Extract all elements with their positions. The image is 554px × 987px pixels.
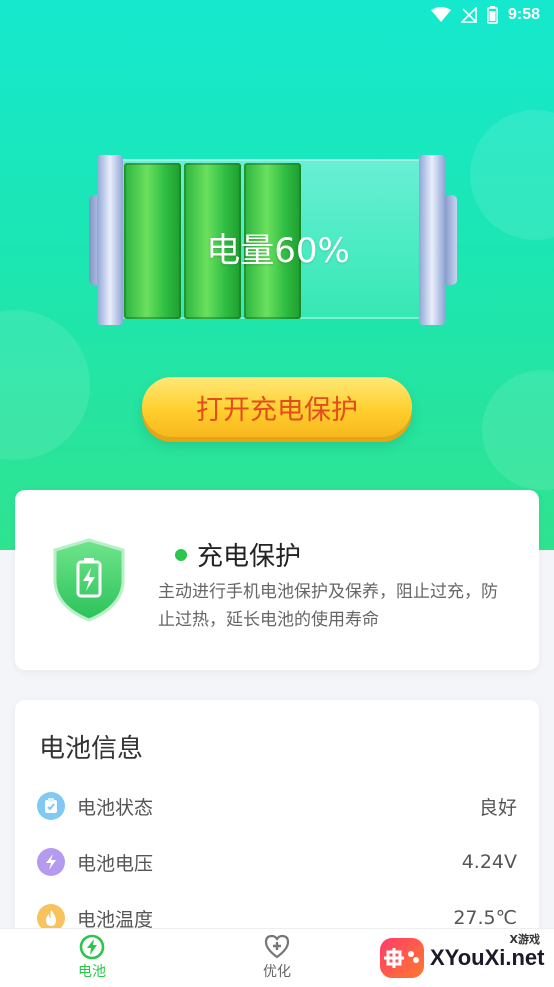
tab-label: 电池 — [78, 964, 106, 980]
tab-battery[interactable]: 电池 — [47, 933, 137, 981]
info-label: 电池状态 — [77, 796, 154, 819]
decor-bubble — [0, 310, 90, 460]
status-bar: 9:58 — [0, 0, 554, 30]
info-row-status: 电池状态 良好 — [37, 790, 517, 822]
info-value: 良好 — [478, 796, 517, 819]
battery-gauge: 电量60% — [89, 155, 463, 327]
decor-bubble — [470, 110, 554, 240]
charge-protection-title: 充电保护 — [175, 536, 301, 573]
watermark-small: X游戏 — [509, 933, 540, 946]
tab-label: 优化 — [263, 964, 291, 980]
battery-bolt-icon — [79, 934, 105, 960]
battery-info-title: 电池信息 — [39, 734, 144, 764]
lightning-icon — [37, 848, 65, 876]
info-value: 4.24V — [461, 851, 517, 873]
info-label: 电池电压 — [77, 852, 154, 875]
status-time: 9:58 — [507, 6, 540, 23]
hero-section: 9:58 电量60% 打开充电保护 — [0, 0, 554, 550]
battery-info-card: 电池信息 电池状态 良好 电池电压 4.24V 电池温度 27.5℃ — [15, 700, 539, 960]
shield-battery-icon — [53, 538, 125, 622]
wifi-icon — [430, 7, 451, 22]
charge-protection-description: 主动进行手机电池保护及保养，阻止过充，防止过热，延长电池的使用寿命 — [158, 582, 498, 630]
signal-off-icon — [460, 7, 477, 23]
battery-status-icon — [486, 6, 498, 24]
info-row-voltage: 电池电压 4.24V — [37, 846, 517, 878]
open-charge-protection-button[interactable]: 打开充电保护 — [142, 377, 412, 437]
status-dot — [175, 548, 187, 561]
decor-bubble — [482, 370, 554, 490]
gamepad-logo-icon — [380, 938, 424, 978]
info-value: 27.5℃ — [453, 907, 517, 929]
battery-level-label: 电量60% — [206, 231, 350, 271]
watermark-text: XYouXi.net — [430, 945, 545, 970]
tab-optimize[interactable]: 优化 — [232, 933, 322, 981]
heart-plus-icon — [264, 934, 290, 959]
charge-protection-title-text: 充电保护 — [197, 542, 302, 572]
watermark-logo: XYouXi.net X游戏 — [380, 929, 554, 987]
clipboard-icon — [37, 792, 65, 820]
charge-protection-card[interactable]: 充电保护 主动进行手机电池保护及保养，阻止过充，防止过热，延长电池的使用寿命 — [15, 490, 539, 670]
bottom-tab-bar: 电池 优化 XYouXi.net X游戏 — [0, 928, 554, 987]
